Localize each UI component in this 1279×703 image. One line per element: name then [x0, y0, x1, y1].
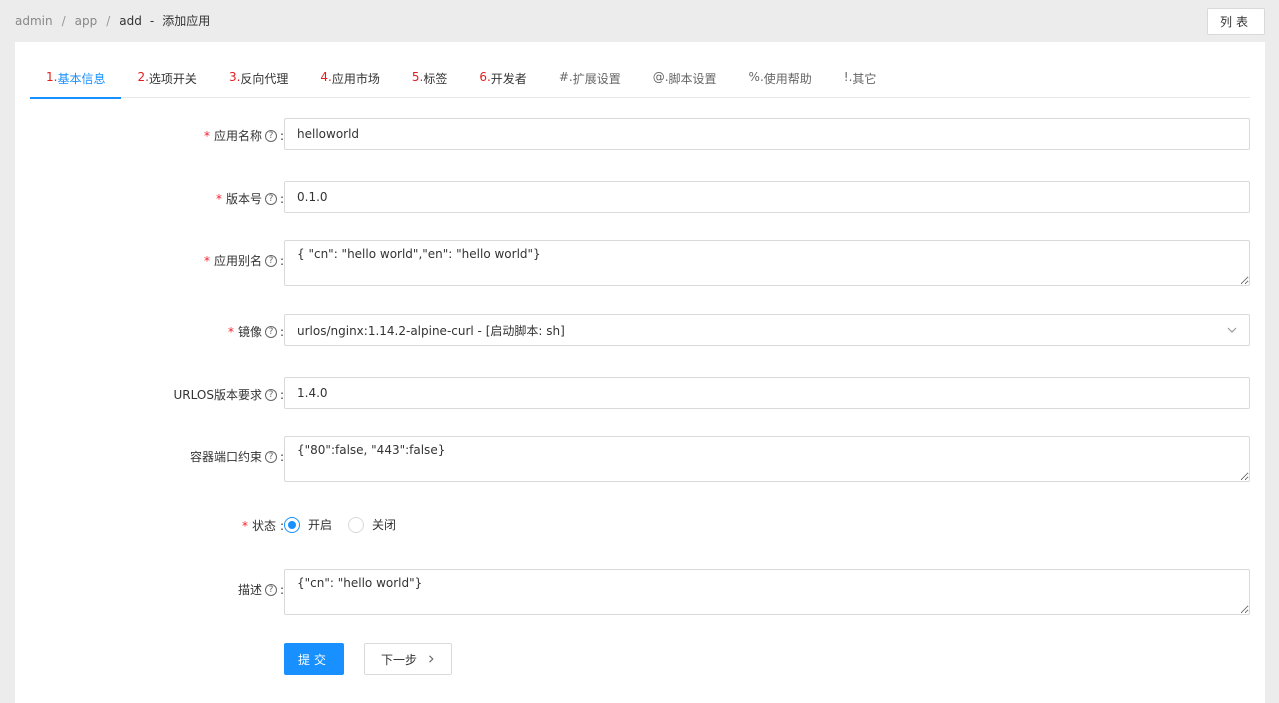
tab-basic-info[interactable]: 1. 基本信息 [30, 66, 122, 99]
help-icon[interactable]: ? [264, 129, 277, 142]
tab-label: 应用市场 [331, 72, 380, 86]
tab-label: 反向代理 [240, 72, 289, 86]
description-textarea[interactable]: {"cn": "hello world"} [284, 569, 1250, 615]
help-icon[interactable]: ? [264, 388, 277, 401]
tab-script-settings[interactable]: @. 脚本设置 [637, 66, 733, 98]
breadcrumb-separator: / [106, 13, 111, 28]
tab-help[interactable]: %. 使用帮助 [733, 66, 828, 98]
tab-number: @. [652, 70, 669, 84]
radio-checked-icon [284, 516, 300, 533]
tab-app-market[interactable]: 4. 应用市场 [304, 66, 395, 98]
port-constraint-textarea[interactable]: {"80":false, "443":false} [284, 436, 1250, 482]
tab-label: 基本信息 [57, 72, 106, 86]
tab-label: 选项开关 [148, 72, 197, 86]
alias-label-text: 应用别名 [213, 254, 262, 268]
help-icon[interactable]: ? [264, 254, 277, 267]
tab-number: 6. [479, 70, 491, 84]
tab-reverse-proxy[interactable]: 3. 反向代理 [213, 66, 304, 98]
tab-options[interactable]: 2. 选项开关 [121, 66, 212, 98]
tab-label: 扩展设置 [572, 72, 621, 86]
help-icon[interactable]: ? [264, 325, 277, 338]
help-icon[interactable]: ? [264, 192, 277, 205]
breadcrumb-item-admin[interactable]: admin [15, 14, 53, 28]
tab-label: 开发者 [490, 72, 527, 86]
tab-label: 其它 [852, 72, 877, 86]
required-mark: * [241, 518, 248, 533]
status-label: * 状态 : [242, 517, 284, 534]
app-name-label-text: 应用名称 [213, 129, 262, 143]
breadcrumb-item-add: add [119, 13, 142, 28]
image-select-value: urlos/nginx:1.14.2-alpine-curl - [启动脚本: … [297, 323, 565, 338]
alias-textarea[interactable]: { "cn": "hello world","en": "hello world… [284, 240, 1250, 286]
tab-number: 3. [228, 70, 241, 84]
alias-label: * 应用别名 ?: [204, 252, 284, 269]
tab-other[interactable]: !. 其它 [828, 66, 893, 98]
image-label-text: 镜像 [237, 325, 262, 339]
status-radio-off[interactable]: 关闭 [348, 516, 396, 533]
description-label: 描述 ?: [238, 581, 284, 598]
tab-developer[interactable]: 6. 开发者 [463, 66, 542, 98]
required-mark: * [203, 253, 210, 268]
breadcrumb: admin / app / add - 添加应用 [15, 12, 210, 29]
tab-label: 脚本设置 [668, 72, 717, 86]
list-button[interactable]: 列表 [1207, 8, 1265, 35]
page-title: 添加应用 [162, 14, 211, 28]
port-constraint-label: 容器端口约束 ?: [190, 448, 284, 465]
tab-number: 1. [46, 70, 58, 84]
version-input[interactable] [284, 181, 1250, 213]
tab-number: 4. [320, 70, 332, 84]
chevron-right-icon [429, 655, 434, 663]
status-option-on-label: 开启 [308, 518, 333, 532]
status-radio-on[interactable]: 开启 [284, 516, 332, 533]
urlos-version-input[interactable] [284, 377, 1250, 409]
image-select[interactable]: urlos/nginx:1.14.2-alpine-curl - [启动脚本: … [284, 314, 1250, 346]
required-mark: * [203, 128, 210, 143]
tab-label: 使用帮助 [763, 72, 812, 86]
status-radio-group: 开启 关闭 [284, 516, 412, 533]
tab-label: 标签 [423, 72, 448, 86]
next-step-button[interactable]: 下一步 [364, 643, 452, 675]
tab-number: !. [843, 70, 853, 84]
tab-extension-settings[interactable]: #. 扩展设置 [543, 66, 637, 98]
tab-tags[interactable]: 5. 标签 [396, 66, 463, 98]
required-mark: * [227, 324, 234, 339]
submit-button[interactable]: 提交 [284, 643, 344, 675]
version-label-text: 版本号 [225, 192, 262, 206]
tab-bar: 1. 基本信息 2. 选项开关 3. 反向代理 4. 应用市场 5. 标签 6. 开发者 #… [30, 66, 1250, 99]
app-name-input[interactable] [284, 118, 1250, 150]
status-label-text: 状态 [251, 519, 276, 533]
tab-number: #. [558, 70, 573, 84]
port-constraint-label-text: 容器端口约束 [189, 450, 262, 464]
tab-number: 5. [411, 70, 424, 84]
breadcrumb-dash: - [149, 13, 155, 28]
help-icon[interactable]: ? [264, 450, 277, 463]
form-card: 1. 基本信息 2. 选项开关 3. 反向代理 4. 应用市场 5. 标签 6. 开发者 #… [15, 42, 1265, 703]
description-label-text: 描述 [237, 583, 262, 597]
tab-number: %. [748, 70, 764, 84]
app-name-label: * 应用名称 ?: [204, 127, 284, 144]
chevron-down-icon [1227, 327, 1237, 333]
help-icon[interactable]: ? [264, 583, 277, 596]
version-label: * 版本号 ?: [216, 190, 284, 207]
status-option-off-label: 关闭 [372, 518, 397, 532]
radio-unchecked-icon [348, 516, 365, 533]
top-bar: admin / app / add - 添加应用 列表 [0, 0, 1279, 42]
next-step-label: 下一步 [380, 652, 417, 667]
image-label: * 镜像 ?: [228, 323, 284, 340]
breadcrumb-item-app[interactable]: app [75, 14, 98, 28]
breadcrumb-separator: / [61, 13, 66, 28]
urlos-version-label: URLOS版本要求 ?: [174, 386, 285, 403]
required-mark: * [215, 191, 222, 206]
urlos-version-label-text: URLOS版本要求 [173, 388, 262, 402]
tab-number: 2. [137, 70, 149, 84]
